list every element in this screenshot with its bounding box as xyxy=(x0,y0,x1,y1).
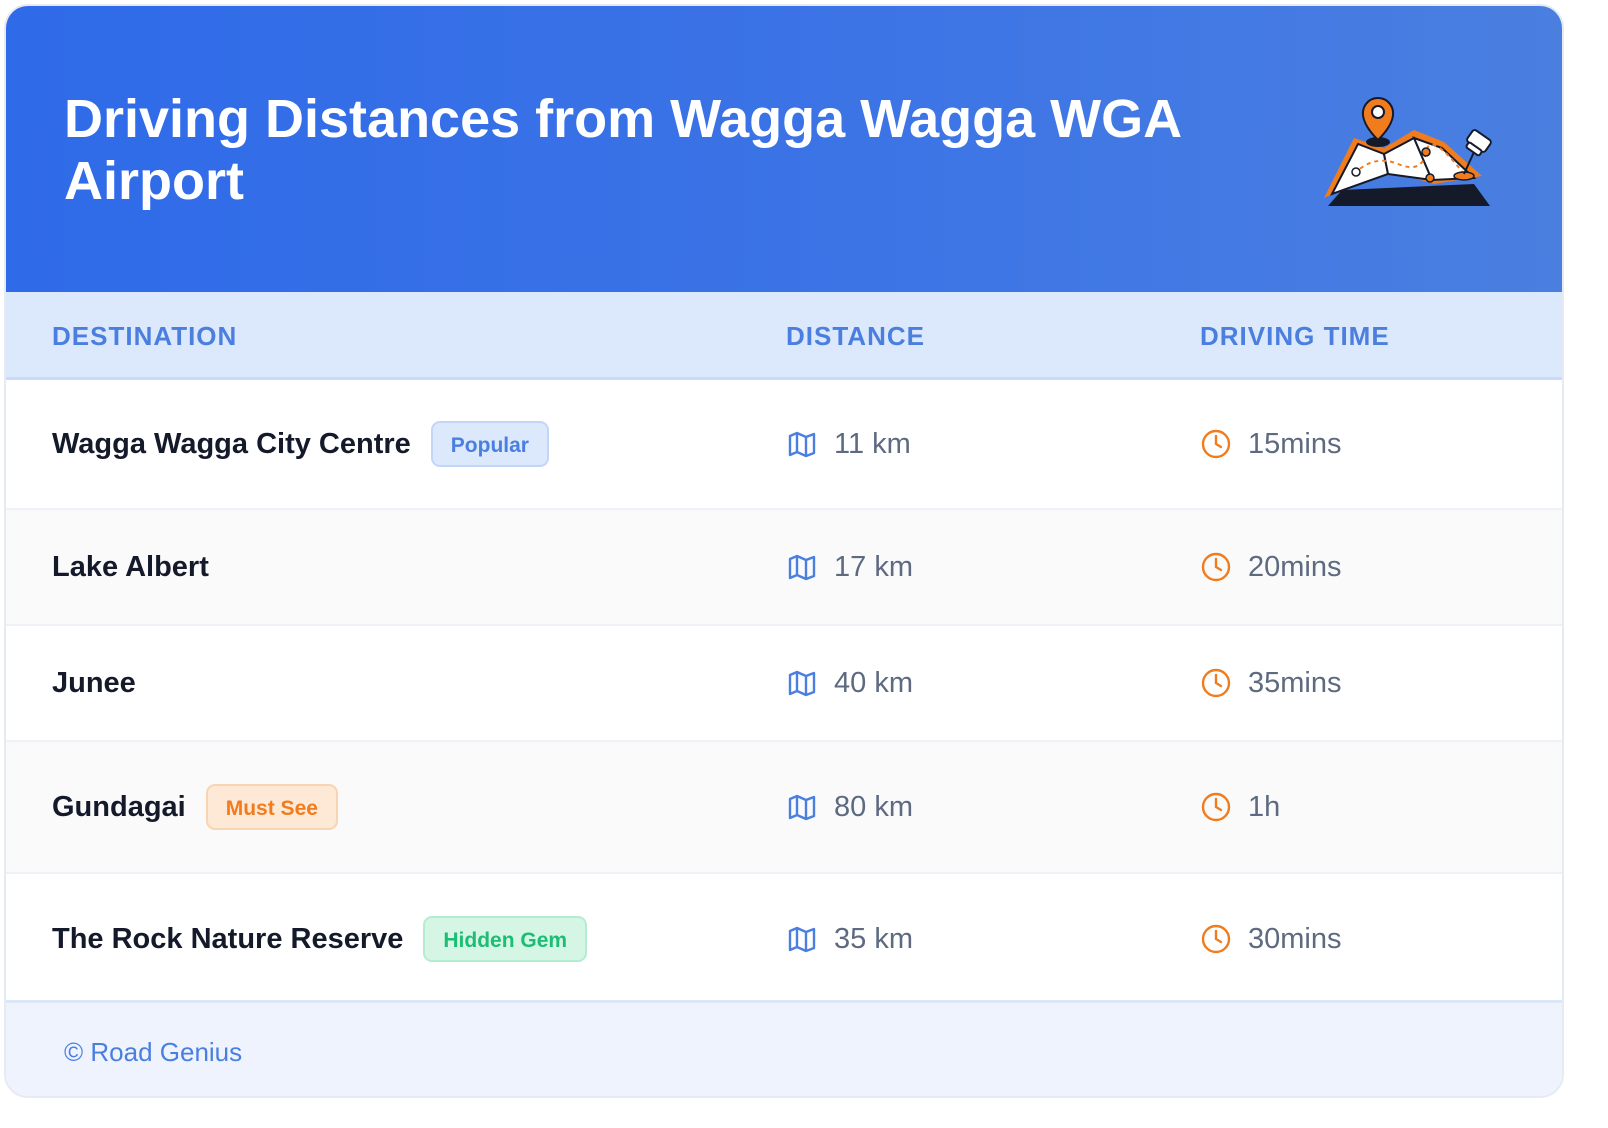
map-icon xyxy=(788,926,816,953)
clock-icon xyxy=(1201,924,1231,954)
clock-icon xyxy=(1201,429,1231,459)
distance-cell: 35 km xyxy=(786,874,913,1004)
time-value: 20mins xyxy=(1248,550,1342,583)
distance-value: 35 km xyxy=(834,922,913,955)
map-icon xyxy=(788,670,816,697)
column-header-destination: DESTINATION xyxy=(52,321,238,351)
destination-name: The Rock Nature Reserve xyxy=(52,922,404,955)
distance-cell: 80 km xyxy=(786,742,913,872)
destination-cell: Gundagai Must See xyxy=(52,742,338,872)
destination-name: Wagga Wagga City Centre xyxy=(52,427,411,460)
table-row: Junee 40 km 35mins xyxy=(6,626,1562,742)
destination-name: Gundagai xyxy=(52,790,186,823)
time-value: 30mins xyxy=(1248,922,1342,955)
time-value: 1h xyxy=(1248,790,1281,823)
clock-icon xyxy=(1201,668,1231,698)
destination-name: Lake Albert xyxy=(52,550,209,583)
destination-name: Junee xyxy=(52,666,136,699)
time-cell: 20mins xyxy=(1200,510,1342,624)
distance-cell: 17 km xyxy=(786,510,913,624)
badge-must-see: Must See xyxy=(205,784,338,830)
destination-cell: Junee xyxy=(52,626,136,740)
distance-card: Driving Distances from Wagga Wagga WGA A… xyxy=(4,4,1564,1098)
map-icon xyxy=(788,794,816,821)
table-row: Wagga Wagga City Centre Popular 11 km 15… xyxy=(6,380,1562,510)
destination-cell: Lake Albert xyxy=(52,510,209,624)
map-icon xyxy=(788,431,816,458)
destination-cell: Wagga Wagga City Centre Popular xyxy=(52,380,549,508)
footer-credit: © Road Genius xyxy=(64,1037,243,1067)
distance-cell: 11 km xyxy=(786,380,911,508)
clock-icon xyxy=(1201,552,1231,582)
time-cell: 30mins xyxy=(1200,874,1342,1004)
header: Driving Distances from Wagga Wagga WGA A… xyxy=(6,6,1562,292)
map-with-pins-icon xyxy=(1324,97,1492,206)
distance-value: 40 km xyxy=(834,666,913,699)
time-cell: 1h xyxy=(1200,742,1280,872)
column-header-driving-time: DRIVING TIME xyxy=(1200,321,1390,351)
time-cell: 35mins xyxy=(1200,626,1342,740)
clock-icon xyxy=(1201,792,1231,822)
map-icon xyxy=(788,554,816,581)
time-value: 15mins xyxy=(1248,427,1342,460)
table-row: Gundagai Must See 80 km 1h xyxy=(6,742,1562,874)
table-row: The Rock Nature Reserve Hidden Gem 35 km… xyxy=(6,874,1562,1004)
distance-value: 11 km xyxy=(834,427,911,460)
distance-value: 17 km xyxy=(834,550,913,583)
time-cell: 15mins xyxy=(1200,380,1342,508)
badge-hidden-gem: Hidden Gem xyxy=(423,916,588,962)
column-header-distance: DISTANCE xyxy=(786,321,925,351)
table-row: Lake Albert 17 km 20mins xyxy=(6,510,1562,626)
table-header: DESTINATION DISTANCE DRIVING TIME xyxy=(6,292,1562,380)
footer: © Road Genius xyxy=(6,1000,1562,1096)
distance-cell: 40 km xyxy=(786,626,913,740)
destination-cell: The Rock Nature Reserve Hidden Gem xyxy=(52,874,588,1004)
distance-value: 80 km xyxy=(834,790,913,823)
page-title: Driving Distances from Wagga Wagga WGA A… xyxy=(64,89,1181,211)
badge-popular: Popular xyxy=(430,421,549,467)
time-value: 35mins xyxy=(1248,666,1342,699)
